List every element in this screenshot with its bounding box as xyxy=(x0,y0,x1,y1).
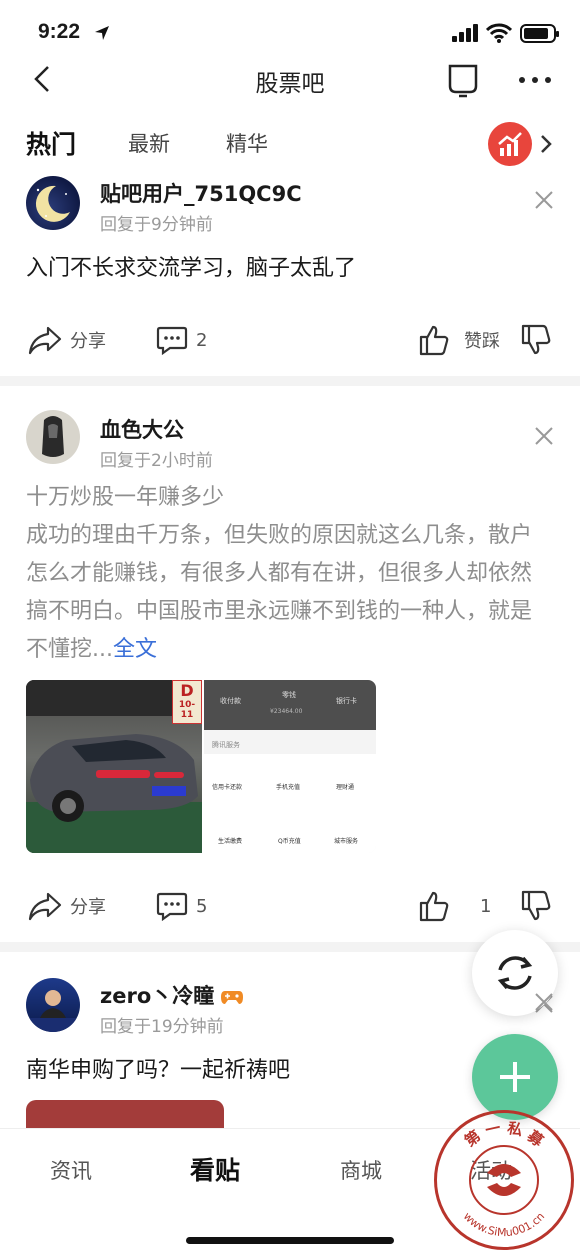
post-meta: 回复于19分钟前 xyxy=(100,1017,224,1037)
bottom-nav-mall[interactable]: 商城 xyxy=(340,1155,382,1185)
share-label: 分享 xyxy=(70,897,106,918)
post-images: D 10-11 收付款 零钱 ¥23464.00 银行卡 腾讯服务 信用卡还款 xyxy=(26,680,376,853)
dark-figure-avatar-icon xyxy=(42,416,64,457)
share-button[interactable]: 分享 xyxy=(28,884,106,928)
post-content-text: 十万炒股一年赚多少 成功的理由千万条，但失败的原因就这么几条，散户怎么才能赚钱，… xyxy=(26,485,533,662)
tab-hot[interactable]: 热门 xyxy=(26,125,76,161)
thumbs-down-icon xyxy=(521,324,551,355)
wifi-icon xyxy=(486,23,512,43)
post-meta: 回复于9分钟前 xyxy=(100,215,213,235)
share-button[interactable]: 分享 xyxy=(28,318,106,362)
watermark-stamp: 第 一 私 募 www.SiMu001.cn xyxy=(434,1110,574,1250)
game-controller-badge-icon xyxy=(221,991,244,1004)
nav-bar: 股票吧 xyxy=(0,52,580,108)
page-title: 股票吧 xyxy=(255,71,325,97)
battery-icon xyxy=(520,24,559,43)
notification-bell-icon[interactable] xyxy=(446,62,480,98)
avatar[interactable] xyxy=(26,176,80,230)
thumbs-up-icon xyxy=(419,325,449,356)
like-button[interactable] xyxy=(418,318,458,362)
dislike-button[interactable] xyxy=(520,884,560,928)
close-icon[interactable] xyxy=(534,426,554,446)
plus-icon xyxy=(500,1062,530,1092)
comment-count: 5 xyxy=(196,895,208,917)
close-icon[interactable] xyxy=(534,190,554,210)
share-label: 分享 xyxy=(70,331,106,352)
share-icon xyxy=(28,892,62,921)
wallet-section-title: 腾讯服务 xyxy=(212,741,240,749)
status-time: 9:22 xyxy=(38,20,81,43)
dislike-button[interactable] xyxy=(520,318,560,362)
post-meta: 回复于2小时前 xyxy=(100,451,213,471)
like-dislike-label: 赞踩 xyxy=(464,331,500,352)
post-username[interactable]: zero丶冷瞳 xyxy=(100,980,244,1010)
post-username[interactable]: 血色大公 xyxy=(100,414,184,444)
post-card[interactable]: 贴吧用户_751QC9C 回复于9分钟前 入门不长求交流学习，脑子太乱了 分享 … xyxy=(0,174,580,374)
stamp-graphic: 第 一 私 募 www.SiMu001.cn xyxy=(461,1119,548,1240)
car-photo[interactable]: D 10-11 xyxy=(26,680,202,853)
feed-tabs: 热门 最新 精华 xyxy=(0,114,580,174)
thumbs-down-icon xyxy=(521,890,551,921)
like-count: 1 xyxy=(480,895,492,917)
comment-button[interactable]: 2 xyxy=(156,318,207,362)
share-icon xyxy=(28,326,62,355)
new-post-button[interactable] xyxy=(472,1034,558,1120)
post-content[interactable]: 南华申购了吗？一起祈祷吧 xyxy=(26,1052,546,1090)
trend-chart-button[interactable] xyxy=(488,122,532,166)
comment-count: 2 xyxy=(196,329,208,351)
post-content[interactable]: 十万炒股一年赚多少 成功的理由千万条，但失败的原因就这么几条，散户怎么才能赚钱，… xyxy=(26,479,546,669)
post-card[interactable]: 血色大公 回复于2小时前 十万炒股一年赚多少 成功的理由千万条，但失败的原因就这… xyxy=(0,386,580,942)
wallet-service-grid: 信用卡还款 手机充值 理财通 生活缴费 Q币充值 城市服务 xyxy=(204,754,376,853)
comment-icon xyxy=(156,326,188,355)
home-indicator xyxy=(186,1237,394,1244)
post-actions: 分享 5 1 xyxy=(0,884,580,928)
chevron-right-icon[interactable] xyxy=(540,134,552,154)
trend-chart-icon xyxy=(498,132,522,156)
comment-icon xyxy=(156,892,188,921)
post-actions: 分享 2 赞踩 xyxy=(0,318,580,362)
bottom-nav-posts[interactable]: 看贴 xyxy=(190,1151,240,1187)
close-icon[interactable] xyxy=(534,992,554,1012)
post-image-thumbnail[interactable] xyxy=(26,1100,224,1128)
wallet-header: 收付款 零钱 ¥23464.00 银行卡 xyxy=(204,680,376,730)
avatar[interactable] xyxy=(26,410,80,464)
like-button[interactable] xyxy=(418,884,458,928)
avatar[interactable] xyxy=(26,978,80,1032)
person-avatar-icon xyxy=(26,990,80,1032)
cellular-signal-icon xyxy=(452,24,478,42)
thumbs-up-icon xyxy=(419,891,449,922)
full-text-link[interactable]: 全文 xyxy=(113,637,157,662)
car-shape xyxy=(30,734,198,822)
bottom-nav-news[interactable]: 资讯 xyxy=(50,1155,92,1185)
tab-latest[interactable]: 最新 xyxy=(128,128,170,158)
tab-featured[interactable]: 精华 xyxy=(226,128,268,158)
moon-avatar-icon xyxy=(35,185,70,222)
divider xyxy=(0,376,580,386)
post-username[interactable]: 贴吧用户_751QC9C xyxy=(100,178,302,208)
location-arrow-icon xyxy=(95,26,109,40)
wallet-screenshot[interactable]: 收付款 零钱 ¥23464.00 银行卡 腾讯服务 信用卡还款 手机充值 理财通… xyxy=(204,680,376,853)
more-options-icon[interactable] xyxy=(518,76,552,84)
comment-button[interactable]: 5 xyxy=(156,884,207,928)
post-content[interactable]: 入门不长求交流学习，脑子太乱了 xyxy=(26,250,546,288)
